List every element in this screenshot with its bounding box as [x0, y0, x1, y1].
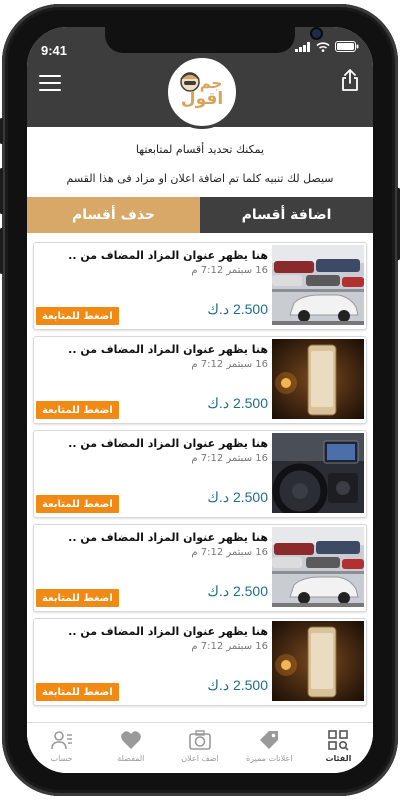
item-title: هنا يظهر عنوان المزاد المضاف من .. [68, 625, 268, 638]
user-icon [50, 731, 72, 750]
nav-featured-ads[interactable]: اعلانات مميزة [235, 723, 304, 773]
item-thumbnail[interactable] [272, 621, 364, 701]
item-thumbnail[interactable] [272, 339, 364, 419]
item-date: 16 سبتمر 7:12 م [191, 359, 268, 370]
silent-switch [0, 118, 3, 144]
intro-line-1: يمكنك تحديد أقسام لمتابعتها [135, 143, 265, 156]
item-price: 2.500 د.ك [207, 395, 268, 411]
section-tabs: حذف أقسام اضافة أقسام [27, 197, 373, 233]
item-thumbnail[interactable] [272, 245, 364, 325]
status-icons [295, 41, 359, 52]
grid-icon [328, 730, 349, 751]
wifi-icon [316, 41, 330, 52]
list-item[interactable]: هنا يظهر عنوان المزاد المضاف من .. 16 سب… [33, 242, 367, 330]
item-date: 16 سبتمر 7:12 م [191, 453, 268, 464]
volume-down-button [0, 228, 3, 274]
phone-image [272, 339, 364, 419]
list-item[interactable]: هنا يظهر عنوان المزاد المضاف من .. 16 سب… [33, 336, 367, 424]
list-item[interactable]: هنا يظهر عنوان المزاد المضاف من .. 16 سب… [33, 618, 367, 706]
item-title: هنا يظهر عنوان المزاد المضاف من .. [68, 249, 268, 262]
camera-icon [189, 730, 211, 750]
app-logo: جم اقول [165, 55, 239, 129]
nav-label: اعلانات مميزة [245, 754, 293, 763]
nav-categories[interactable]: الفئات [304, 723, 373, 773]
item-price: 2.500 د.ك [207, 489, 268, 505]
nav-label: اضف اعلان [181, 754, 219, 763]
nav-label: حساب [50, 754, 73, 763]
item-thumbnail[interactable] [272, 527, 364, 607]
battery-icon [335, 41, 359, 52]
nav-label: الفئات [325, 754, 352, 763]
item-date: 16 سبتمر 7:12 م [191, 547, 268, 558]
bottom-nav: حساب المفضلة اضف اعلان اعلانات مميزة الف… [27, 722, 373, 773]
tab-remove-sections[interactable]: حذف أقسام [27, 197, 200, 233]
nav-account[interactable]: حساب [27, 723, 96, 773]
menu-icon[interactable] [39, 75, 61, 91]
item-thumbnail[interactable] [272, 433, 364, 513]
cars-lot-image [272, 527, 364, 607]
notch [105, 27, 321, 53]
follow-button[interactable]: اضغط للمتابعة [36, 495, 119, 513]
nav-label: المفضلة [117, 754, 145, 763]
intro-line-2: سيصل لك تنبيه كلما تم اضافة اعلان او مزا… [66, 172, 334, 185]
screen: 9:41 جم اقول يمكنك تحديد أقسام لمتابعتها… [27, 27, 373, 773]
follow-button[interactable]: اضغط للمتابعة [36, 401, 119, 419]
item-title: هنا يظهر عنوان المزاد المضاف من .. [68, 437, 268, 450]
phone-image [272, 621, 364, 701]
status-time: 9:41 [41, 43, 68, 58]
signal-icon [295, 41, 310, 52]
follow-button[interactable]: اضغط للمتابعة [36, 589, 119, 607]
front-camera [312, 29, 321, 38]
list-item[interactable]: هنا يظهر عنوان المزاد المضاف من .. 16 سب… [33, 524, 367, 612]
cars-lot-image [272, 245, 364, 325]
list-item[interactable]: هنا يظهر عنوان المزاد المضاف من .. 16 سب… [33, 430, 367, 518]
tag-icon [260, 731, 279, 749]
item-date: 16 سبتمر 7:12 م [191, 265, 268, 276]
app-bar: 9:41 جم اقول [27, 27, 373, 129]
volume-up-button [0, 168, 3, 214]
item-price: 2.500 د.ك [207, 583, 268, 599]
tab-add-sections[interactable]: اضافة أقسام [200, 197, 373, 233]
logo-text-line2: اقول [180, 89, 224, 109]
item-date: 16 سبتمر 7:12 م [191, 641, 268, 652]
nav-favorites[interactable]: المفضلة [96, 723, 165, 773]
follow-button[interactable]: اضغط للمتابعة [36, 683, 119, 701]
item-price: 2.500 د.ك [207, 677, 268, 693]
item-title: هنا يظهر عنوان المزاد المضاف من .. [68, 531, 268, 544]
nav-add-ad[interactable]: اضف اعلان [165, 723, 234, 773]
logo-text: جم اقول [168, 76, 236, 108]
item-price: 2.500 د.ك [207, 301, 268, 317]
share-icon[interactable] [341, 69, 359, 91]
follow-button[interactable]: اضغط للمتابعة [36, 307, 119, 325]
item-title: هنا يظهر عنوان المزاد المضاف من .. [68, 343, 268, 356]
heart-icon [120, 731, 141, 749]
car-interior-image [272, 433, 364, 513]
